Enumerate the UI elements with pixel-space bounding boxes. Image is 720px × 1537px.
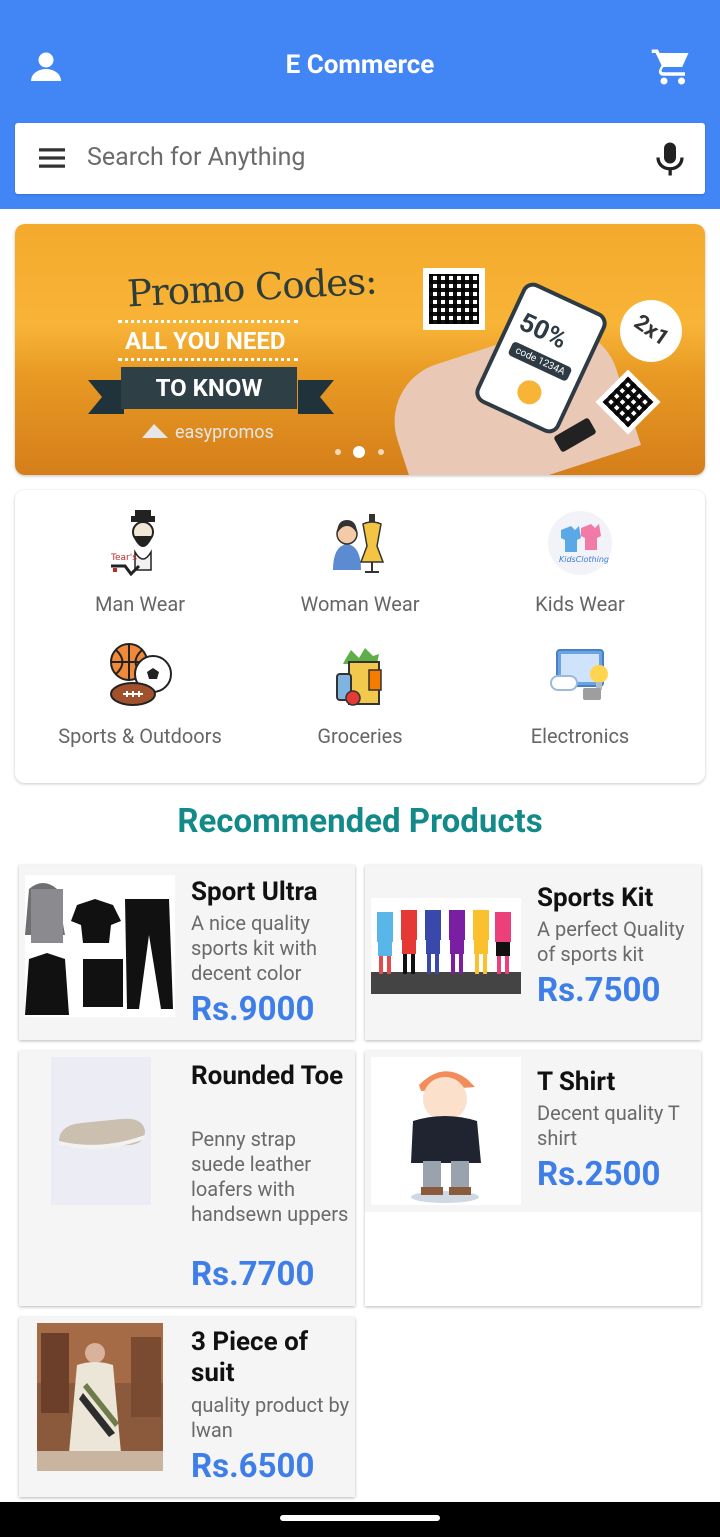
banner-line-2: TO KNOW: [121, 367, 297, 409]
product-description: Decent quality T shirt: [537, 1101, 680, 1150]
man-wear-icon: Tear's: [110, 510, 155, 577]
category-groceries[interactable]: Groceries: [245, 640, 475, 748]
category-label: Woman Wear: [300, 592, 420, 616]
qr-code-icon: [423, 268, 485, 330]
category-man-wear[interactable]: Tear's Man Wear: [25, 508, 255, 616]
category-woman-wear[interactable]: Woman Wear: [245, 508, 475, 616]
product-name: Sport Ultra: [191, 877, 318, 907]
category-label: Groceries: [317, 724, 403, 748]
menu-icon[interactable]: [39, 145, 65, 171]
product-name: 3 Piece of suit: [191, 1327, 309, 1388]
category-grid: Tear's Man Wear Woman Wear KidsClothing …: [15, 490, 705, 783]
product-image: [37, 1323, 163, 1471]
search-bar[interactable]: Search for Anything: [15, 123, 705, 194]
product-price: Rs.7500: [537, 971, 661, 1010]
category-label: Sports & Outdoors: [58, 724, 222, 748]
category-electronics[interactable]: Electronics: [465, 640, 695, 748]
carousel-dot[interactable]: [378, 449, 384, 455]
banner-headline: Promo Codes:: [126, 259, 378, 316]
easypromos-logo-icon: [142, 424, 168, 438]
product-price: Rs.6500: [191, 1447, 315, 1486]
product-name: T Shirt: [537, 1067, 616, 1097]
kids-wear-icon: KidsClothing: [548, 511, 612, 575]
category-label: Man Wear: [94, 592, 186, 616]
svg-text:KidsClothing: KidsClothing: [559, 555, 609, 564]
electronics-icon: [550, 649, 608, 700]
product-name: Rounded Toe: [191, 1061, 344, 1091]
product-description: A perfect Quality of sports kit: [537, 917, 685, 966]
microphone-icon[interactable]: [655, 141, 685, 177]
product-image: [25, 875, 175, 1017]
app-bar: E Commerce Search for Anything: [0, 0, 720, 209]
app-title: E Commerce: [285, 50, 435, 80]
product-price: Rs.7700: [191, 1255, 315, 1294]
ribbon-end-right: [298, 380, 334, 414]
card-empty-area: [365, 1212, 701, 1306]
woman-wear-icon: [333, 514, 385, 573]
coin-icon: [513, 376, 546, 409]
product-card[interactable]: Sport Ultra A nice quality sports kit wi…: [19, 865, 355, 1040]
category-kids-wear[interactable]: KidsClothing Kids Wear: [465, 508, 695, 616]
category-sports-outdoors[interactable]: Sports & Outdoors: [25, 640, 255, 748]
category-label: Kids Wear: [535, 592, 625, 616]
product-description: A nice quality sports kit with decent co…: [191, 911, 318, 985]
banner-badge: 2x1: [607, 287, 695, 375]
product-card[interactable]: T Shirt Decent quality T shirt Rs.2500: [365, 1051, 701, 1306]
product-price: Rs.9000: [191, 990, 315, 1029]
product-price: Rs.2500: [537, 1155, 661, 1194]
dotted-divider: [118, 358, 298, 361]
product-card[interactable]: 3 Piece of suit quality product by lwan …: [19, 1317, 355, 1497]
banner-line-1: ALL YOU NEED: [125, 327, 286, 355]
product-description: quality product by lwan: [191, 1393, 350, 1442]
product-image: [51, 1057, 151, 1205]
svg-text:Tear's: Tear's: [110, 553, 137, 563]
cart-icon[interactable]: [650, 46, 692, 88]
product-card[interactable]: Rounded Toe Penny strap suede leather lo…: [19, 1051, 355, 1306]
dotted-divider: [118, 320, 298, 323]
promo-banner[interactable]: Promo Codes: ALL YOU NEED TO KNOW easypr…: [15, 224, 705, 475]
carousel-dot-active[interactable]: [353, 446, 365, 458]
sports-icon: [110, 643, 172, 706]
product-image: [371, 898, 521, 994]
product-image: [371, 1057, 521, 1205]
carousel-dot[interactable]: [335, 449, 341, 455]
home-gesture-handle[interactable]: [280, 1515, 440, 1521]
category-label: Electronics: [530, 724, 630, 748]
groceries-icon: [336, 648, 382, 706]
product-description: Penny strap suede leather loafers with h…: [191, 1127, 349, 1226]
section-title: Recommended Products: [177, 802, 543, 841]
product-card[interactable]: Sports Kit A perfect Quality of sports k…: [365, 865, 701, 1040]
banner-brand: easypromos: [175, 422, 274, 443]
product-name: Sports Kit: [537, 883, 654, 913]
ribbon-end-left: [88, 380, 124, 414]
search-input[interactable]: Search for Anything: [87, 143, 305, 172]
